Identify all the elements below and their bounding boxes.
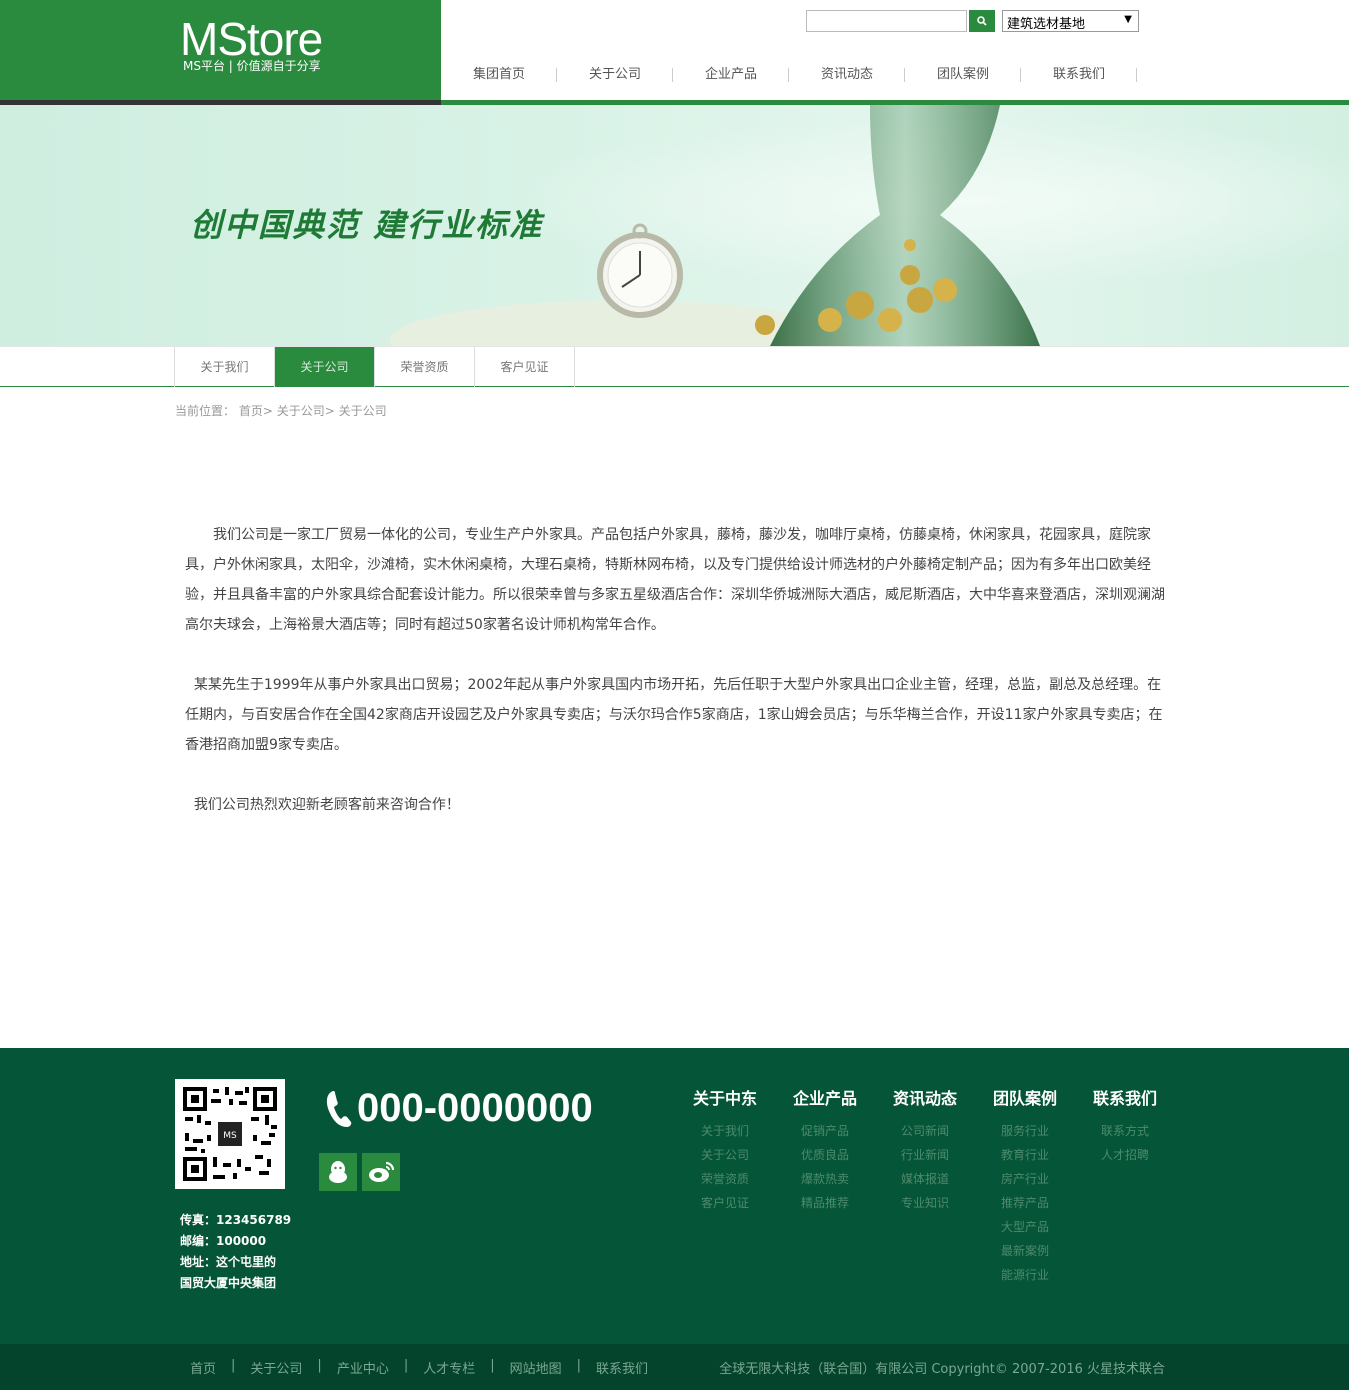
footer-link[interactable]: 服务行业 xyxy=(975,1119,1075,1143)
contact-info: 传真：123456789 邮编：100000 地址：这个屯里的 国贸大厦中央集团 xyxy=(180,1210,291,1294)
nav-item-contact[interactable]: 联系我们 xyxy=(1021,62,1137,88)
header: MStore MS平台 | 价值源自于分享 建筑选材基地 ▼ 集团首页 关于公司… xyxy=(0,0,1349,105)
footer-link[interactable]: 大型产品 xyxy=(975,1215,1075,1239)
sub-nav-bar: 关于我们 关于公司 荣誉资质 客户见证 xyxy=(0,346,1349,387)
nav-item-about[interactable]: 关于公司 xyxy=(557,62,673,88)
paragraph: 我们公司是一家工厂贸易一体化的公司，专业生产户外家具。产品包括户外家具，藤椅，藤… xyxy=(185,527,1165,633)
search-button[interactable] xyxy=(969,10,995,32)
bottom-links: 首页 | 关于公司 | 产业中心 | 人才专栏 | 网站地图 | 联系我们 xyxy=(190,1358,648,1377)
footer-link[interactable]: 媒体报道 xyxy=(875,1167,975,1191)
footer: MS 传真：123456789 邮编：100000 地址：这个屯里的 国贸大厦中… xyxy=(0,1048,1349,1344)
footer-link[interactable]: 优质良品 xyxy=(775,1143,875,1167)
hotline: 000-0000000 xyxy=(325,1086,593,1131)
subnav-about-company[interactable]: 关于公司 xyxy=(275,347,375,387)
footer-col-cases: 团队案例 服务行业 教育行业 房产行业 推荐产品 大型产品 最新案例 能源行业 xyxy=(975,1085,1075,1287)
footer-link[interactable]: 行业新闻 xyxy=(875,1143,975,1167)
logo-block[interactable]: MStore MS平台 | 价值源自于分享 xyxy=(0,0,441,105)
separator: | xyxy=(317,1358,322,1373)
separator: | xyxy=(576,1358,582,1373)
separator: | xyxy=(490,1358,495,1373)
address-line-1: 地址：这个屯里的 xyxy=(180,1255,277,1269)
subnav-about-us[interactable]: 关于我们 xyxy=(175,347,275,387)
footer-link[interactable]: 能源行业 xyxy=(975,1263,1075,1287)
nav-item-products[interactable]: 企业产品 xyxy=(673,62,789,88)
footer-link[interactable]: 客户见证 xyxy=(675,1191,775,1215)
footer-col-title[interactable]: 企业产品 xyxy=(775,1085,875,1109)
footer-col-title[interactable]: 团队案例 xyxy=(975,1085,1075,1109)
search-input[interactable] xyxy=(806,10,967,32)
footer-link[interactable]: 公司新闻 xyxy=(875,1119,975,1143)
bottom-link-contact[interactable]: 联系我们 xyxy=(596,1358,648,1377)
category-select[interactable]: 建筑选材基地 ▼ xyxy=(1002,10,1139,32)
category-select-value: 建筑选材基地 xyxy=(1007,17,1086,32)
footer-col-about: 关于中东 关于我们 关于公司 荣誉资质 客户见证 xyxy=(675,1085,775,1215)
footer-col-title[interactable]: 联系我们 xyxy=(1075,1085,1175,1109)
phone-icon xyxy=(326,1090,352,1127)
footer-col-title[interactable]: 关于中东 xyxy=(675,1085,775,1109)
banner-slogan: 创中国典范 建行业标准 xyxy=(190,206,544,244)
footer-link[interactable]: 教育行业 xyxy=(975,1143,1075,1167)
nav-item-news[interactable]: 资讯动态 xyxy=(789,62,905,88)
footer-col-products: 企业产品 促销产品 优质良品 爆款热卖 精品推荐 xyxy=(775,1085,875,1215)
separator: | xyxy=(231,1358,236,1373)
breadcrumb-label: 当前位置： xyxy=(175,404,236,418)
qr-code: MS xyxy=(175,1079,285,1189)
footer-link[interactable]: 荣誉资质 xyxy=(675,1167,775,1191)
separator: | xyxy=(403,1358,409,1373)
footer-link[interactable]: 专业知识 xyxy=(875,1191,975,1215)
nav-item-home[interactable]: 集团首页 xyxy=(441,62,557,88)
bottom-bar: 首页 | 关于公司 | 产业中心 | 人才专栏 | 网站地图 | 联系我们 全球… xyxy=(0,1344,1349,1390)
copyright: 全球无限大科技（联合国）有限公司 Copyright© 2007-2016 火星… xyxy=(719,1362,1165,1377)
main-nav: 集团首页 关于公司 企业产品 资讯动态 团队案例 联系我们 xyxy=(441,62,1137,88)
footer-link[interactable]: 精品推荐 xyxy=(775,1191,875,1215)
logo-subtitle: MS平台 | 价值源自于分享 xyxy=(183,59,321,73)
footer-link[interactable]: 最新案例 xyxy=(975,1239,1075,1263)
footer-link[interactable]: 联系方式 xyxy=(1075,1119,1175,1143)
subnav-honors[interactable]: 荣誉资质 xyxy=(375,347,475,387)
footer-link[interactable]: 关于公司 xyxy=(675,1143,775,1167)
search-icon xyxy=(977,16,987,26)
weibo-button[interactable] xyxy=(362,1153,400,1191)
footer-link[interactable]: 人才招聘 xyxy=(1075,1143,1175,1167)
chevron-down-icon: ▼ xyxy=(1124,14,1132,25)
paragraph: 某某先生于1999年从事户外家具出口贸易；2002年起从事户外家具国内市场开拓，… xyxy=(185,677,1163,753)
sub-nav: 关于我们 关于公司 荣誉资质 客户见证 xyxy=(174,347,575,387)
footer-col-title[interactable]: 资讯动态 xyxy=(875,1085,975,1109)
footer-link[interactable]: 促销产品 xyxy=(775,1119,875,1143)
footer-col-news: 资讯动态 公司新闻 行业新闻 媒体报道 专业知识 xyxy=(875,1085,975,1215)
qr-logo: MS xyxy=(223,1131,237,1141)
banner: 创中国典范 建行业标准 xyxy=(0,105,1349,346)
breadcrumb-path[interactable]: 首页> 关于公司> 关于公司 xyxy=(239,404,387,418)
bottom-link-home[interactable]: 首页 xyxy=(190,1358,216,1377)
weibo-icon xyxy=(369,1161,395,1182)
bottom-link-industry[interactable]: 产业中心 xyxy=(337,1358,389,1377)
breadcrumb: 当前位置： 首页> 关于公司> 关于公司 xyxy=(175,402,387,419)
bottom-link-about[interactable]: 关于公司 xyxy=(250,1358,302,1377)
fax: 传真：123456789 xyxy=(180,1213,292,1227)
footer-link[interactable]: 爆款热卖 xyxy=(775,1167,875,1191)
nav-item-cases[interactable]: 团队案例 xyxy=(905,62,1021,88)
bottom-link-talent[interactable]: 人才专栏 xyxy=(423,1358,475,1377)
bottom-link-sitemap[interactable]: 网站地图 xyxy=(510,1358,562,1377)
phone-number[interactable]: 000-0000000 xyxy=(357,1086,593,1131)
article-content: 我们公司是一家工厂贸易一体化的公司，专业生产户外家具。产品包括户外家具，藤椅，藤… xyxy=(185,520,1170,850)
qq-button[interactable] xyxy=(319,1153,357,1191)
footer-link[interactable]: 推荐产品 xyxy=(975,1191,1075,1215)
footer-col-contact: 联系我们 联系方式 人才招聘 xyxy=(1075,1085,1175,1167)
qq-icon xyxy=(329,1161,347,1183)
footer-link[interactable]: 房产行业 xyxy=(975,1167,1075,1191)
subnav-testimonials[interactable]: 客户见证 xyxy=(475,347,575,387)
footer-link[interactable]: 关于我们 xyxy=(675,1119,775,1143)
postcode: 邮编：100000 xyxy=(180,1234,267,1248)
address-line-2: 国贸大厦中央集团 xyxy=(180,1276,277,1290)
paragraph: 我们公司热烈欢迎新老顾客前来咨询合作！ xyxy=(185,797,460,813)
